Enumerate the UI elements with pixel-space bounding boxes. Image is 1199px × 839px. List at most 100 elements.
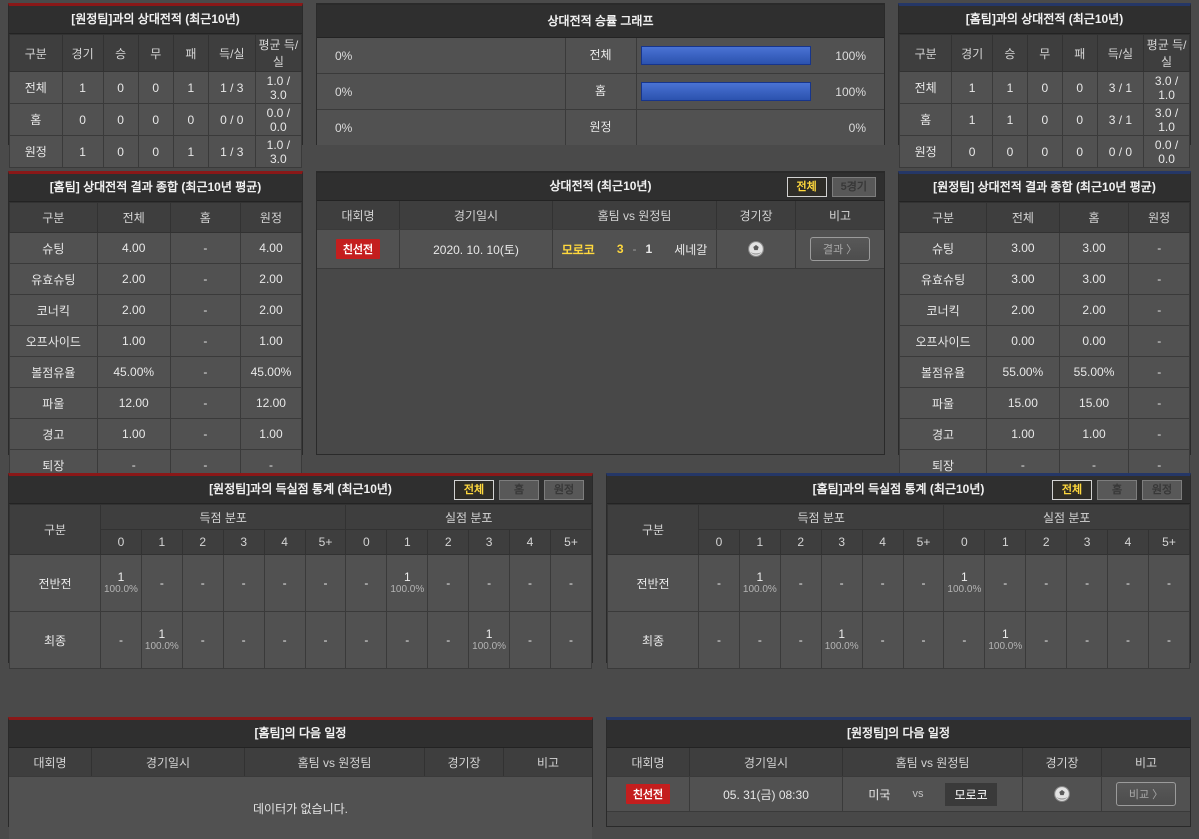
column-header: 비고 (796, 201, 884, 229)
cell: 1 (952, 104, 993, 136)
cell: 1 (173, 136, 208, 168)
cell: - (170, 357, 240, 388)
cell: 1.00 (1059, 419, 1129, 450)
match-datetime: 05. 31(금) 08:30 (690, 777, 843, 811)
cell: - (469, 555, 510, 612)
schedule-row: 친선전 05. 31(금) 08:30 미국 vs 모로코 비교 〉 (607, 777, 1190, 812)
table-header-row: 구분 전체 홈 원정 (900, 203, 1190, 233)
away-winrate-zone: 100% (637, 38, 885, 73)
tab-home[interactable]: 홈 (499, 480, 539, 500)
tab-last5[interactable]: 5경기 (832, 177, 876, 197)
cell: - (264, 612, 305, 669)
right-percent-label: 100% (835, 85, 866, 99)
cell: - (305, 612, 346, 669)
result-button[interactable]: 결과 〉 (810, 237, 870, 261)
stat-label: 파울 (10, 388, 98, 419)
cell: - (346, 612, 387, 669)
tab-home[interactable]: 홈 (1097, 480, 1137, 500)
right-bar-track (641, 82, 811, 101)
tab-all[interactable]: 전체 (787, 177, 827, 197)
cell: - (170, 233, 240, 264)
cell: - (428, 555, 469, 612)
bin-header: 5+ (550, 530, 591, 555)
table-row: 슈팅4.00-4.00 (10, 233, 302, 264)
home-team-name[interactable]: 미국 (868, 786, 890, 803)
cell: - (780, 555, 821, 612)
league-badge: 친선전 (336, 239, 380, 259)
scored-group-header: 득점 분포 (699, 505, 944, 530)
column-header: 무 (138, 35, 173, 72)
column-header: 패 (173, 35, 208, 72)
panel-away-goal-stats: [원정팀]과의 득실점 통계 (최근10년) 전체 홈 원정 구분 득점 분포 … (8, 473, 593, 663)
column-header: 홈팀 vs 원정팀 (843, 748, 1023, 776)
panel-away-next-schedule: [원정팀]의 다음 일정 대회명 경기일시 홈팀 vs 원정팀 경기장 비고 친… (606, 717, 1191, 827)
cell: 1.00 (987, 419, 1060, 450)
stat-label: 유효슈팅 (900, 264, 987, 295)
cell: 4.00 (240, 233, 301, 264)
venue-cell (1023, 777, 1102, 811)
bin-header: 5+ (1148, 530, 1189, 555)
cell: - (182, 555, 223, 612)
table-row: 홈 1 1 0 0 3 / 1 3.0 / 1.0 (900, 104, 1190, 136)
left-bar-track (391, 118, 561, 137)
bin-header: 1 (739, 530, 780, 555)
panel-title: [홈팀] 상대전적 결과 종합 (최근10년 평균) (9, 174, 302, 202)
column-header: 경기 (62, 35, 103, 72)
tab-all[interactable]: 전체 (454, 480, 494, 500)
tab-away[interactable]: 원정 (1142, 480, 1182, 500)
cell: 0 (952, 136, 993, 168)
stat-label: 경고 (10, 419, 98, 450)
panel-away-h2h: [원정팀]과의 상대전적 (최근10년) 구분 경기 승 무 패 득/실 평균 … (8, 3, 303, 145)
cell: - (821, 555, 862, 612)
table-row: 슈팅3.003.00- (900, 233, 1190, 264)
column-header: 대회명 (317, 201, 400, 229)
column-header: 구분 (10, 203, 98, 233)
cell: 1.0 / 3.0 (255, 136, 301, 168)
bin-header: 0 (101, 530, 142, 555)
cell: - (985, 555, 1026, 612)
bin-header: 4 (862, 530, 903, 555)
table-row: 원정 1 0 0 1 1 / 3 1.0 / 3.0 (10, 136, 302, 168)
soccer-ball-icon[interactable] (747, 240, 765, 258)
panel-home-h2h: [홈팀]과의 상대전적 (최근10년) 구분 경기 승 무 패 득/실 평균 득… (898, 3, 1191, 145)
tab-all[interactable]: 전체 (1052, 480, 1092, 500)
cell: 0 (1027, 136, 1062, 168)
conceded-group-header: 실점 분포 (346, 505, 592, 530)
cell: 55.00% (987, 357, 1060, 388)
cell: - (1148, 612, 1189, 669)
cell: 원정 (900, 136, 952, 168)
cell: 55.00% (1059, 357, 1129, 388)
cell: 0 (103, 136, 138, 168)
cell: - (170, 326, 240, 357)
column-header: 득/실 (1097, 35, 1144, 72)
table-row: 최종 - - - 1100.0% - - - 1100.0% - - - - (608, 612, 1190, 669)
panel-title: [원정팀]의 다음 일정 (607, 720, 1190, 748)
cell: - (101, 612, 142, 669)
group-header-row: 구분 득점 분포 실점 분포 (608, 505, 1190, 530)
cell: - (903, 555, 944, 612)
cell: 0 (138, 136, 173, 168)
tab-away[interactable]: 원정 (544, 480, 584, 500)
home-winrate-zone: 0% (317, 110, 565, 145)
bin-header: 2 (1026, 530, 1067, 555)
column-header: 무 (1027, 35, 1062, 72)
stat-label: 슈팅 (900, 233, 987, 264)
cell: 1 (992, 72, 1027, 104)
cell: - (1026, 612, 1067, 669)
away-score: 1 (646, 242, 653, 256)
cell: - (1108, 555, 1149, 612)
cell: 3 / 1 (1097, 104, 1144, 136)
away-team-name[interactable]: 모로코 (945, 783, 996, 806)
h2h-stats-page: [원정팀]과의 상대전적 (최근10년) 구분 경기 승 무 패 득/실 평균 … (0, 0, 1199, 820)
cell: 0 (1027, 104, 1062, 136)
stat-label: 코너킥 (10, 295, 98, 326)
away-team-name[interactable]: 세네갈 (674, 241, 707, 258)
table-row: 전반전 1100.0% - - - - - - 1100.0% - - - - (10, 555, 592, 612)
home-team-name[interactable]: 모로코 (562, 241, 595, 258)
panel-h2h-matches: 상대전적 (최근10년) 전체 5경기 대회명 경기일시 홈팀 vs 원정팀 경… (316, 171, 885, 455)
soccer-ball-icon[interactable] (1053, 785, 1071, 803)
compare-button[interactable]: 비교 〉 (1116, 782, 1176, 806)
cell: 2.00 (240, 264, 301, 295)
row-label: 원정 (565, 110, 637, 145)
column-header: 구분 (900, 203, 987, 233)
